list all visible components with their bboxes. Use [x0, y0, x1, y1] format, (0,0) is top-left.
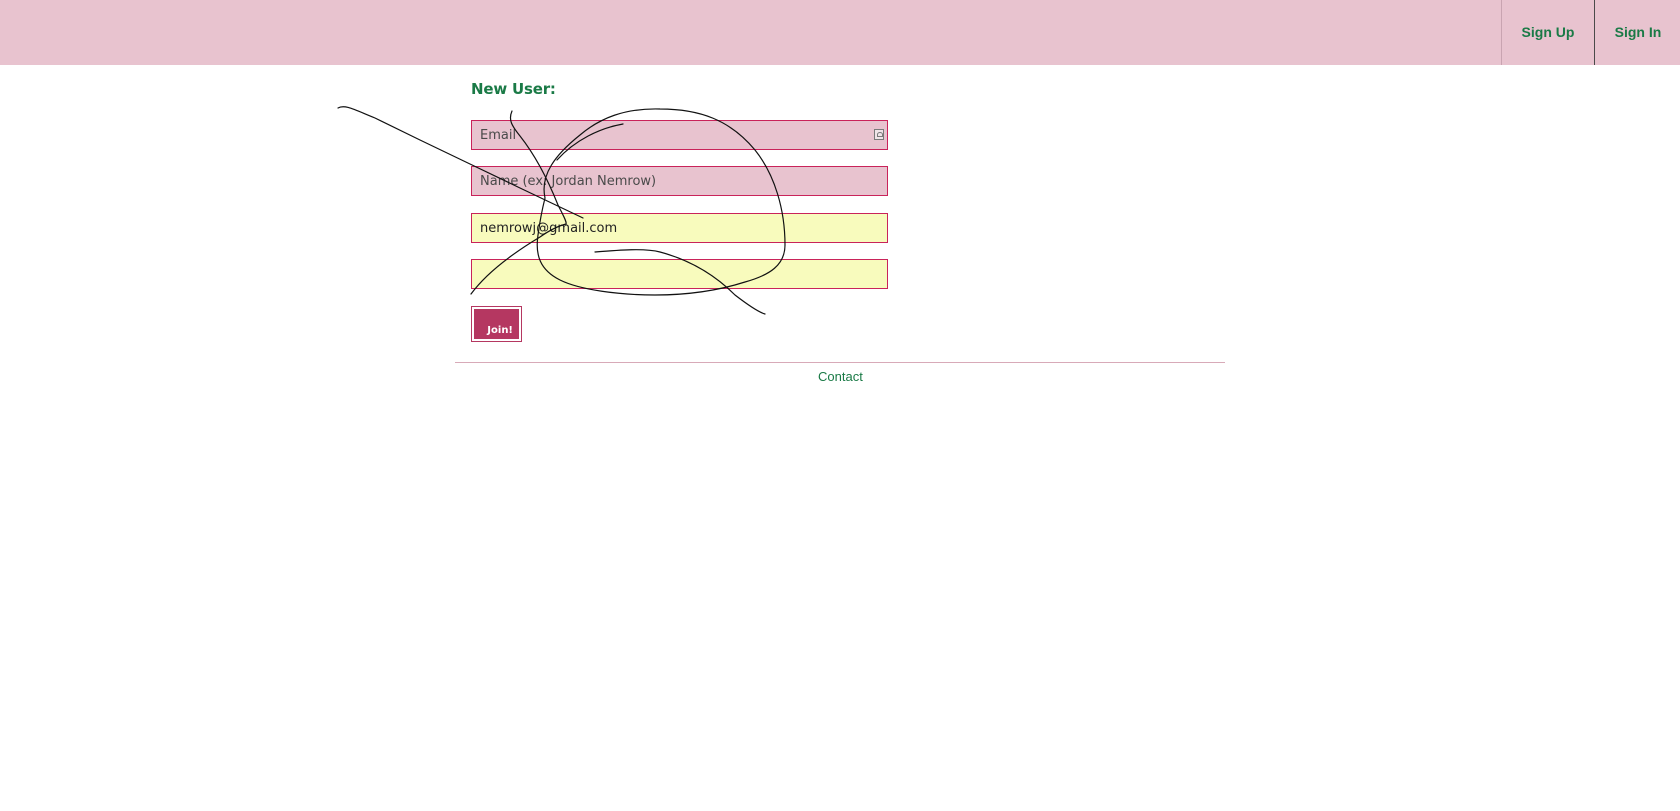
contact-link[interactable]: Contact [818, 369, 863, 384]
email-autofilled-input[interactable] [471, 213, 888, 243]
join-button[interactable]: Join! [474, 309, 519, 339]
footer-divider [455, 362, 1225, 363]
join-button-frame: Join! [471, 306, 522, 342]
sign-up-link[interactable]: Sign Up [1501, 0, 1594, 65]
password-input[interactable] [471, 259, 888, 289]
name-input[interactable] [471, 166, 888, 196]
form-heading: New User: [471, 80, 556, 98]
top-navigation-bar: Sign Up Sign In [0, 0, 1680, 65]
sign-in-link[interactable]: Sign In [1594, 0, 1680, 65]
email-input[interactable] [471, 120, 888, 150]
contact-card-icon[interactable] [874, 129, 884, 140]
